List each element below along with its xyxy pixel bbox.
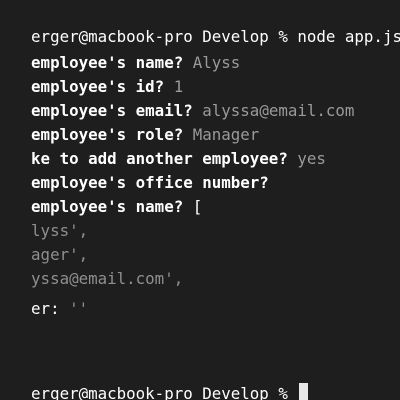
question-employee-name: employee's name? Alyss (0, 27, 240, 72)
answer-text: Alyss (192, 53, 241, 72)
command-text: node app.js (297, 27, 400, 46)
shell-prompt: erger@macbook-pro Develop % (31, 384, 298, 400)
final-prompt-line[interactable]: erger@macbook-pro Develop % (0, 358, 309, 400)
terminal-window[interactable]: erger@macbook-pro Develop % node app.js … (0, 0, 400, 400)
answer-text: [ (192, 197, 203, 216)
question-add-another: ke to add another employee? yes (0, 123, 326, 168)
question-office-number: employee's office number? (0, 147, 278, 192)
object-office-value: '' (69, 299, 89, 318)
object-office-key: er: (31, 299, 70, 318)
output-object-email: yssa@email.com', (0, 243, 183, 288)
command-line: erger@macbook-pro Develop % node app.js (0, 1, 400, 46)
output-object-name: lyss', (0, 195, 88, 240)
output-object-office: er: '' (0, 273, 88, 318)
question-employee-id: employee's id? 1 (0, 51, 183, 96)
question-employee-name-2: employee's name? [ (0, 171, 202, 216)
text-cursor (299, 383, 309, 400)
output-object-role: ager', (0, 219, 88, 264)
question-employee-email: employee's email? alyssa@email.com (0, 75, 354, 120)
answer-text: yes (297, 149, 326, 168)
question-employee-role: employee's role? Manager (0, 99, 259, 144)
